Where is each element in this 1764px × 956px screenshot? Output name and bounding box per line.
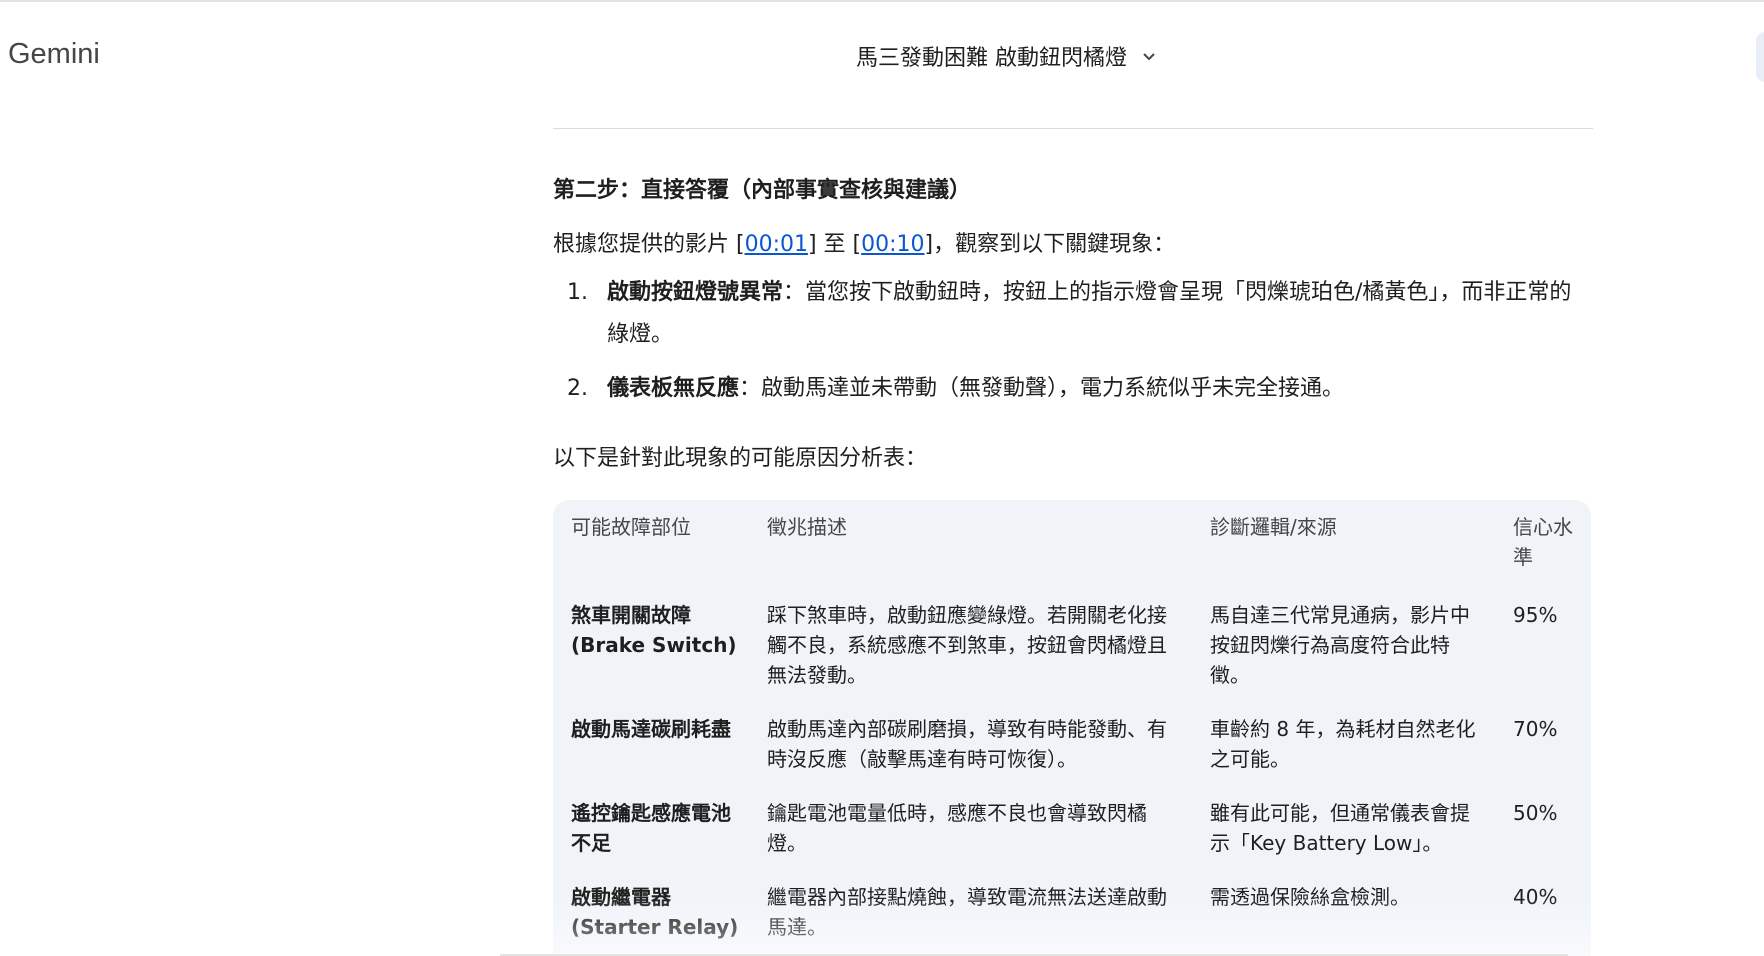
conversation-title-menu[interactable]: 馬三發動困難 啟動鈕閃橘燈 <box>856 40 1157 72</box>
list-item-text: ：啟動馬達並未帶動（無發動聲），電力系統似乎未完全接通。 <box>739 376 1345 401</box>
table-row: 啟動繼電器 (Starter Relay) 繼電器內部接點燒蝕，導致電流無法送達… <box>553 868 1591 952</box>
table-row: 煞車開關故障 (Brake Switch) 踩下煞車時，啟動鈕應變綠燈。若開關老… <box>553 586 1591 700</box>
column-header: 徵兆描述 <box>767 515 847 539</box>
table-header-row: 可能故障部位 徵兆描述 診斷邏輯/來源 信心水準 <box>553 500 1591 586</box>
intro-paragraph: 根據您提供的影片 [00:01] 至 [00:10]，觀察到以下關鍵現象： <box>553 232 1176 257</box>
timestamp-link-start[interactable]: 00:01 <box>745 232 808 257</box>
cell-part: 煞車開關故障 (Brake Switch) <box>571 603 737 657</box>
cell-part: 啟動馬達碳刷耗盡 <box>571 717 731 741</box>
column-header: 信心水準 <box>1513 515 1573 569</box>
table-row: 啟動馬達碳刷耗盡 啟動馬達內部碳刷磨損，導致有時能發動、有時沒反應（敲擊馬達有時… <box>553 700 1591 784</box>
cell-confidence: 40% <box>1513 885 1558 909</box>
cell-confidence: 95% <box>1513 603 1558 627</box>
list-item: 1. 啟動按鈕燈號異常：當您按下啟動鈕時，按鈕上的指示燈會呈現「閃爍琥珀色/橘黃色… <box>567 280 1572 347</box>
analysis-table-container: 可能故障部位 徵兆描述 診斷邏輯/來源 信心水準 煞車開關故障 (Brake S… <box>553 500 1591 956</box>
timestamp-link-end[interactable]: 00:10 <box>861 232 924 257</box>
cell-part: 遙控鑰匙感應電池不足 <box>571 801 731 855</box>
table-row: 遙控鑰匙感應電池不足 鑰匙電池電量低時，感應不良也會導致閃橘燈。 雖有此可能，但… <box>553 784 1591 868</box>
cell-logic: 車齡約 8 年，為耗材自然老化之可能。 <box>1210 717 1476 771</box>
chevron-down-icon <box>1143 53 1155 61</box>
cell-logic: 需透過保險絲盒檢測。 <box>1210 885 1410 909</box>
cell-symptom: 啟動馬達內部碳刷磨損，導致有時能發動、有時沒反應（敲擊馬達有時可恢復）。 <box>767 717 1167 771</box>
cell-symptom: 鑰匙電池電量低時，感應不良也會導致閃橘燈。 <box>767 801 1147 855</box>
cell-confidence: 50% <box>1513 801 1558 825</box>
column-header: 可能故障部位 <box>571 515 691 539</box>
conversation-title: 馬三發動困難 啟動鈕閃橘燈 <box>856 46 1127 71</box>
cell-part: 啟動繼電器 (Starter Relay) <box>571 885 739 939</box>
cell-symptom: 踩下煞車時，啟動鈕應變綠燈。若開關老化接觸不良，系統感應不到煞車，按鈕會閃橘燈且… <box>767 603 1167 687</box>
cell-confidence: 70% <box>1513 717 1558 741</box>
top-border <box>0 0 1764 2</box>
column-header: 診斷邏輯/來源 <box>1210 515 1337 539</box>
side-panel-edge[interactable] <box>1756 32 1764 82</box>
cell-logic: 馬自達三代常見通病，影片中按鈕閃爍行為高度符合此特徵。 <box>1210 603 1470 687</box>
list-item-title: 儀表板無反應 <box>607 376 740 401</box>
app-logo-text[interactable]: Gemini <box>8 38 100 71</box>
list-item-title: 啟動按鈕燈號異常 <box>607 280 784 305</box>
cell-logic: 雖有此可能，但通常儀表會提示「Key Battery Low」。 <box>1210 801 1470 855</box>
table-intro: 以下是針對此現象的可能原因分析表： <box>553 446 928 471</box>
cell-symptom: 繼電器內部接點燒蝕，導致電流無法送達啟動馬達。 <box>767 885 1167 939</box>
section-heading: 第二步：直接答覆（內部事實查核與建議） <box>553 178 972 203</box>
content-divider <box>553 128 1593 129</box>
list-item: 2. 儀表板無反應：啟動馬達並未帶動（無發動聲），電力系統似乎未完全接通。 <box>567 376 1345 401</box>
observation-list: 1. 啟動按鈕燈號異常：當您按下啟動鈕時，按鈕上的指示燈會呈現「閃爍琥珀色/橘黃色… <box>553 272 1593 422</box>
analysis-table: 可能故障部位 徵兆描述 診斷邏輯/來源 信心水準 煞車開關故障 (Brake S… <box>553 500 1591 952</box>
